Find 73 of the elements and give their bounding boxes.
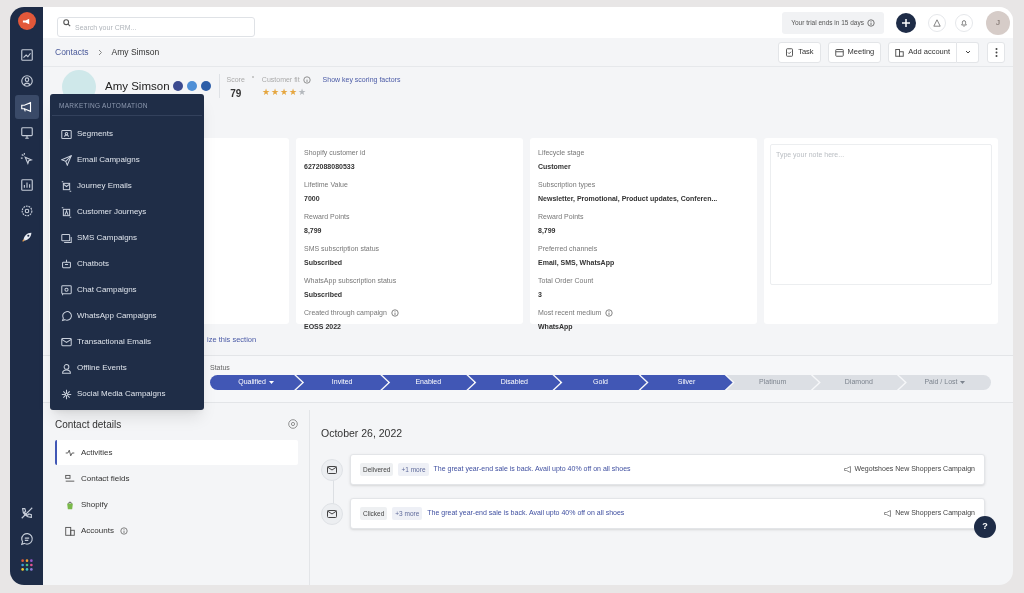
sidebar-button[interactable] <box>14 95 39 119</box>
breadcrumb-current: Amy Simson <box>111 45 160 59</box>
menu-item[interactable]: Transactional Emails <box>50 329 204 355</box>
chat-bubble-icon <box>61 284 72 296</box>
star-icon: ★ <box>261 86 270 97</box>
menu-item[interactable]: Customer Journeys <box>50 199 204 225</box>
detail-tab[interactable]: Activities <box>55 440 298 465</box>
user-avatar[interactable]: J <box>986 10 1010 35</box>
info-icon <box>867 18 875 27</box>
gear-icon <box>19 204 34 218</box>
star-icon: ★ <box>279 86 288 97</box>
score-value: 79 <box>230 86 242 101</box>
paper-plane-icon <box>61 154 72 166</box>
breadcrumb-link[interactable]: Contacts <box>55 45 89 59</box>
add-button[interactable] <box>896 12 916 33</box>
triangle-icon <box>933 18 941 27</box>
user-icon <box>19 74 34 88</box>
menu-item[interactable]: Chat Campaigns <box>50 277 204 303</box>
linkedin-icon[interactable] <box>200 81 211 91</box>
user-pin-icon <box>61 362 72 374</box>
cursor-icon <box>19 152 34 166</box>
menu-item[interactable]: Journey Emails <box>50 173 204 199</box>
chart-icon <box>19 48 34 62</box>
envelope-icon <box>327 509 337 518</box>
menu-item[interactable]: Email Campaigns <box>50 147 204 173</box>
menu-item[interactable]: Chatbots <box>50 251 204 277</box>
star-icon: ★ <box>270 86 279 97</box>
megaphone-icon <box>843 466 852 473</box>
detail-tab[interactable]: Contact fields <box>55 466 298 491</box>
chat-icon <box>61 232 72 244</box>
plus-icon <box>901 17 911 28</box>
info-icon <box>302 76 311 85</box>
megaphone-icon <box>884 510 893 517</box>
help-button[interactable]: ? <box>974 516 996 538</box>
list-icon <box>65 473 75 484</box>
bar-chart-icon <box>19 178 34 192</box>
settings-icon[interactable] <box>288 419 298 429</box>
detail-tab[interactable]: Accounts <box>55 518 298 543</box>
caret-icon <box>964 50 971 54</box>
envelope-icon <box>327 465 337 474</box>
timeline-date: October 26, 2022 <box>321 426 404 440</box>
contact-card-icon <box>61 128 72 140</box>
panel-title: Contact details <box>55 417 122 432</box>
facebook-icon[interactable] <box>172 81 183 91</box>
detail-tab[interactable]: Shopify <box>55 492 298 517</box>
contact-name: Amy Simson <box>105 79 170 94</box>
building-icon <box>895 47 905 57</box>
apps-icon <box>19 558 34 572</box>
monitor-icon <box>19 126 34 140</box>
network-icon <box>61 388 72 400</box>
robot-icon <box>61 258 72 270</box>
megaphone-icon <box>19 100 34 114</box>
more-icon <box>994 47 998 57</box>
bell-icon <box>960 18 968 27</box>
menu-item[interactable]: Offline Events <box>50 355 204 381</box>
star-icon: ★ <box>297 86 306 97</box>
building-icon <box>65 525 75 536</box>
chat-icon <box>19 532 34 546</box>
envelope-frame-icon <box>61 180 72 192</box>
chevron-right-icon <box>97 48 103 56</box>
menu-item[interactable]: Social Media Campaigns <box>50 381 204 407</box>
bag-icon <box>65 499 75 510</box>
envelope-icon <box>61 336 72 348</box>
menu-item[interactable]: Segments <box>50 121 204 147</box>
checklist-icon <box>785 47 795 57</box>
menu-item[interactable]: SMS Campaigns <box>50 225 204 251</box>
pulse-icon <box>65 447 75 458</box>
phone-icon <box>19 506 34 520</box>
calendar-icon <box>834 47 844 57</box>
menu-item[interactable]: WhatsApp Campaigns <box>50 303 204 329</box>
search-icon <box>63 18 71 27</box>
star-icon: ★ <box>288 86 297 97</box>
logo-icon <box>17 12 36 30</box>
